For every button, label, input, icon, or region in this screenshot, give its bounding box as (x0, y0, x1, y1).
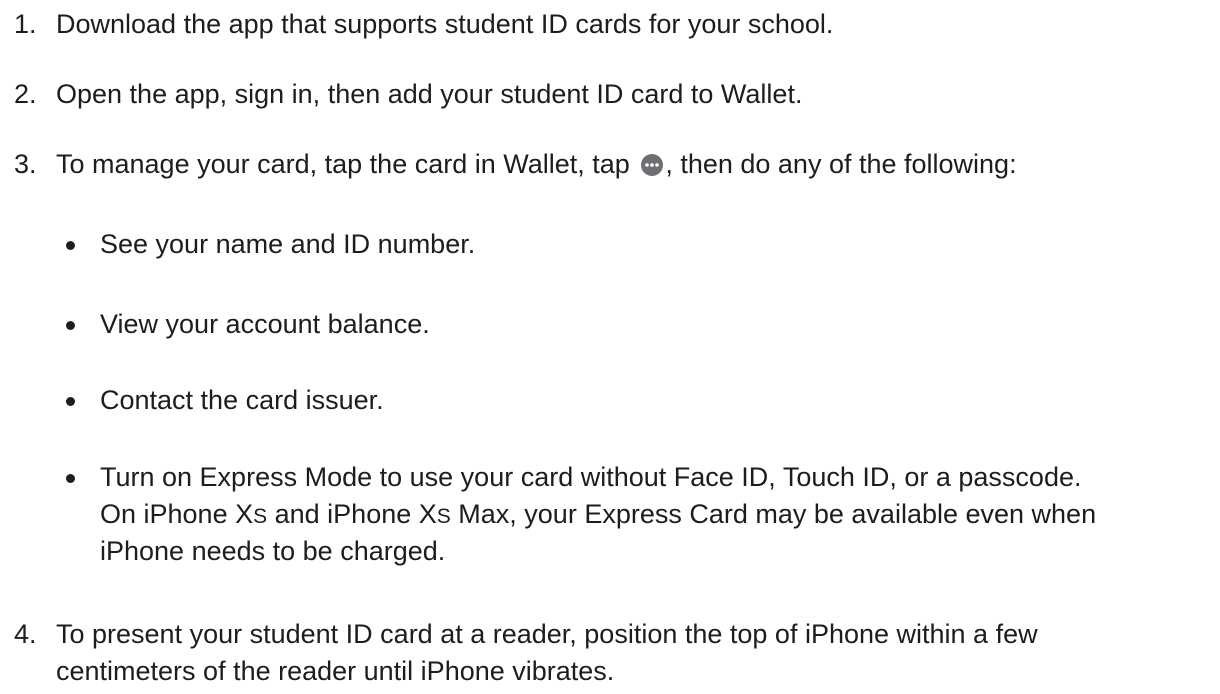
bullet-text: View your account balance. (100, 309, 430, 339)
text-part: On iPhone X (100, 499, 254, 529)
bullet-icon (66, 241, 75, 250)
step-number: 2. (14, 79, 37, 109)
text-part: S (436, 505, 451, 528)
text-part: Max, your Express Card may be available … (450, 499, 1097, 529)
bullet-line: iPhone needs to be charged. (100, 536, 446, 566)
step-number: 1. (14, 9, 37, 39)
more-icon (641, 154, 664, 176)
step-number: 3. (14, 149, 37, 179)
text-part: and iPhone X (267, 499, 437, 529)
bullet-text: Contact the card issuer. (100, 385, 384, 415)
step-text: To manage your card, tap the card in Wal… (56, 147, 1216, 182)
text-part: S (253, 505, 268, 528)
bullet-line: Turn on Express Mode to use your card wi… (100, 462, 1082, 492)
bullet-icon (66, 474, 75, 483)
step-text-part: To manage your card, tap the card in Wal… (56, 149, 630, 179)
step-text-part: , then do any of the following: (665, 149, 1017, 179)
step-line: To present your student ID card at a rea… (56, 619, 1038, 649)
bullet-icon (66, 321, 75, 330)
step-line: centimeters of the reader until iPhone v… (56, 656, 615, 686)
bullet-text: See your name and ID number. (100, 229, 476, 259)
step-text: Download the app that supports student I… (56, 9, 834, 39)
instructions-document: 1. Download the app that supports studen… (0, 0, 1220, 694)
step-number: 4. (14, 619, 37, 649)
bullet-icon (66, 397, 75, 406)
step-text: Open the app, sign in, then add your stu… (56, 79, 803, 109)
bullet-line: On iPhone XS and iPhone XS Max, your Exp… (100, 497, 1096, 534)
